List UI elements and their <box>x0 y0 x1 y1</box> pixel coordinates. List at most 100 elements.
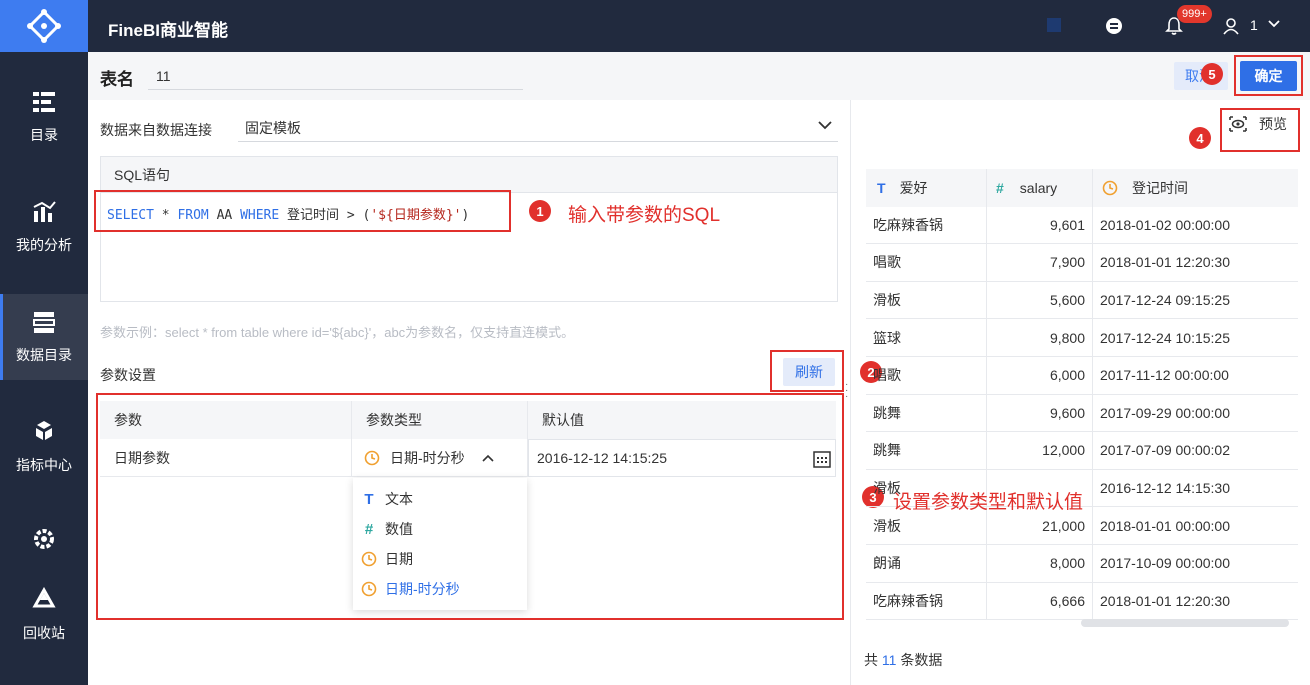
table-row: 唱歌 7,900 2018-01-01 12:20:30 <box>866 244 1298 282</box>
table-cell: 6,666 <box>987 582 1093 620</box>
app-logo[interactable] <box>0 0 88 52</box>
sidebar-item-label: 数据目录 <box>16 347 72 363</box>
connection-label: 数据来自数据连接 <box>100 122 212 138</box>
table-cell: 2018-01-01 12:20:30 <box>1100 254 1230 271</box>
table-cell: 2018-01-02 00:00:00 <box>1100 216 1230 233</box>
preview-table-body: 吃麻辣香锅 9,601 2018-01-02 00:00:00 唱歌 7,900 2018… <box>866 206 1298 621</box>
column-header-label: 爱好 <box>899 179 928 196</box>
row-total: 共 11 条数据 <box>864 650 942 670</box>
table-cell: 2017-12-24 09:15:25 <box>1100 292 1230 309</box>
total-prefix: 共 <box>864 652 878 668</box>
annotation-box-2 <box>770 350 844 392</box>
drag-handle-icon[interactable]: · · · <box>845 380 849 402</box>
clock-icon <box>1102 180 1118 196</box>
table-cell: 跳舞 <box>866 432 987 469</box>
sidebar-item-data-catalog[interactable]: 数据目录 <box>0 294 88 380</box>
user-count: 1 <box>1250 17 1258 33</box>
table-cell: 唱歌 <box>866 356 987 394</box>
annotation-box-1 <box>94 190 511 232</box>
header-bar: 表名 取消 确定 <box>88 52 1310 100</box>
table-cell: 朗诵 <box>866 544 987 582</box>
sidebar-item-label: 我的分析 <box>16 237 72 253</box>
table-cell: 吃麻辣香锅 <box>866 206 987 244</box>
total-suffix: 条数据 <box>900 652 943 668</box>
table-name-label: 表名 <box>100 70 134 89</box>
table-cell: 8,000 <box>987 544 1093 582</box>
table-cell: 2017-10-09 00:00:00 <box>1100 555 1230 572</box>
panel-divider[interactable] <box>850 100 851 685</box>
table-cell: 2018-01-01 00:00:00 <box>1100 517 1230 534</box>
table-cell: 篮球 <box>866 319 987 356</box>
sidebar-item-catalog[interactable]: 目录 <box>0 74 88 160</box>
user-icon[interactable] <box>1222 17 1240 35</box>
list-icon <box>33 92 55 112</box>
annotation-box-4 <box>1220 108 1300 152</box>
annotation-badge-5: 5 <box>1201 63 1223 85</box>
chevron-down-icon[interactable] <box>816 116 834 134</box>
square-icon[interactable] <box>1045 16 1063 34</box>
table-cell: 9,600 <box>987 394 1093 432</box>
table-cell: 2017-07-09 00:00:02 <box>1100 442 1230 459</box>
main-area: 表名 取消 确定 5 数据来自数据连接 固定模板 SQL语句 SELECT * … <box>88 52 1310 685</box>
top-bar: FineBI商业智能 999+ 1 <box>0 0 1310 52</box>
horizontal-scrollbar[interactable] <box>1081 619 1289 627</box>
table-cell: 9,601 <box>987 206 1093 244</box>
param-settings-title: 参数设置 <box>100 367 156 383</box>
table-cell: 2017-11-12 00:00:00 <box>1100 367 1229 384</box>
app-title: FineBI商业智能 <box>108 21 228 40</box>
table-cell: 12,000 <box>987 432 1093 469</box>
preview-table-header: T 爱好 # salary 登记时间 <box>866 169 1298 207</box>
table-row: 跳舞 12,000 2017-07-09 00:00:02 <box>866 432 1298 470</box>
column-header: # salary <box>987 169 1093 207</box>
sidebar-item-label: 目录 <box>30 127 58 143</box>
table-row: 滑板 5,600 2017-12-24 09:15:25 <box>866 281 1298 320</box>
table-cell: 6,000 <box>987 356 1093 394</box>
table-cell: 9,800 <box>987 319 1093 356</box>
connection-select[interactable]: 固定模板 <box>238 114 838 142</box>
sidebar-item-label: 指标中心 <box>16 457 72 473</box>
table-row: 跳舞 9,600 2017-09-29 00:00:00 <box>866 394 1298 433</box>
annotation-box-5 <box>1234 55 1303 96</box>
sql-hint: 参数示例：select * from table where id='${abc… <box>100 325 575 340</box>
sidebar-item-recycle[interactable]: 回收站 <box>0 572 88 658</box>
table-cell: 跳舞 <box>866 394 987 432</box>
annotation-text-3: 设置参数类型和默认值 <box>893 492 1084 513</box>
preview-table: T 爱好 # salary 登记时间 吃麻辣香锅 9,601 2018-01-02 … <box>866 169 1298 621</box>
total-count: 11 <box>881 652 897 668</box>
table-row: 唱歌 6,000 2017-11-12 00:00:00 <box>866 356 1298 395</box>
text-icon: T <box>877 179 886 196</box>
annotation-badge-1: 1 <box>529 200 551 222</box>
table-cell: 唱歌 <box>866 244 987 281</box>
table-name-input[interactable] <box>148 62 523 90</box>
table-row: 吃麻辣香锅 6,666 2018-01-01 12:20:30 <box>866 582 1298 621</box>
logo-icon <box>27 9 61 43</box>
column-header-label: 登记时间 <box>1132 179 1188 196</box>
chevron-down-icon[interactable] <box>1267 19 1281 29</box>
table-cell: 7,900 <box>987 244 1093 281</box>
annotation-box-3 <box>96 393 844 620</box>
annotation-badge-4: 4 <box>1189 127 1211 149</box>
table-cell: 2017-09-29 00:00:00 <box>1100 404 1230 421</box>
gear-icon <box>34 529 54 549</box>
sidebar-item-my-analysis[interactable]: 我的分析 <box>0 184 88 270</box>
table-cell: 2018-01-01 12:20:30 <box>1100 592 1230 609</box>
recycle-icon <box>32 587 56 608</box>
column-header-label: salary <box>1019 179 1058 196</box>
column-header: 登记时间 <box>1093 169 1298 207</box>
table-cell: 5,600 <box>987 281 1093 319</box>
database-icon <box>33 312 55 333</box>
language-icon[interactable] <box>1105 17 1123 35</box>
sql-title: SQL语句 <box>101 157 837 193</box>
sidebar: 目录 我的分析 数据目录 指标中心 回收站 <box>0 52 88 685</box>
sidebar-item-metric-center[interactable]: 指标中心 <box>0 404 88 490</box>
table-cell: 滑板 <box>866 281 987 319</box>
table-cell: 2016-12-12 14:15:30 <box>1100 480 1230 497</box>
table-cell: 2017-12-24 10:15:25 <box>1100 329 1230 346</box>
chart-icon <box>33 201 56 222</box>
table-row: 吃麻辣香锅 9,601 2018-01-02 00:00:00 <box>866 206 1298 245</box>
annotation-text-1: 输入带参数的SQL <box>568 205 721 226</box>
cubes-icon <box>36 421 52 440</box>
column-header: T 爱好 <box>866 169 987 207</box>
sidebar-item-system[interactable] <box>0 502 88 572</box>
number-icon: # <box>996 179 1004 196</box>
